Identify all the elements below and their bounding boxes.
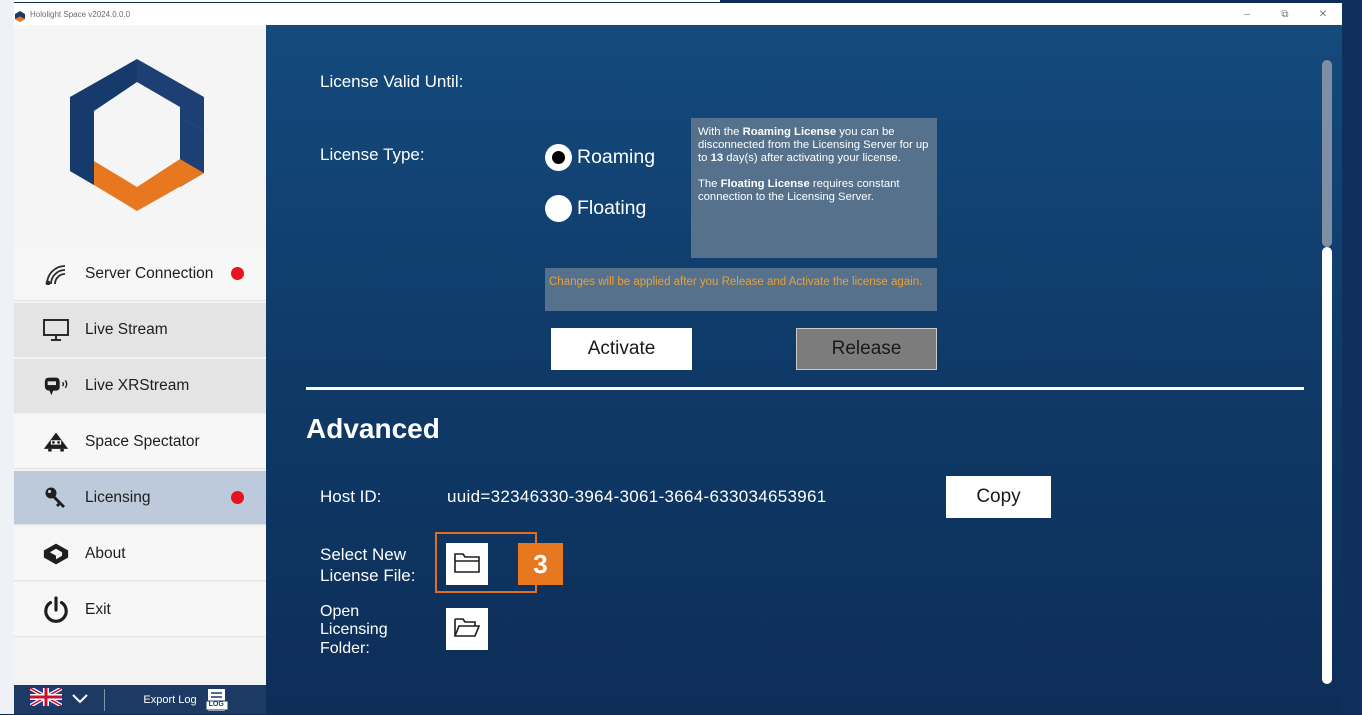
chevron-down-icon <box>72 691 88 709</box>
scrollbar-track[interactable] <box>1322 247 1332 684</box>
sidebar-item-label: Server Connection <box>85 264 214 282</box>
window-title: Hololight Space v2024.0.0.0 <box>30 9 131 19</box>
license-info-tooltip: With the Roaming License you can be disc… <box>691 118 937 258</box>
spectator-icon <box>43 429 69 455</box>
uk-flag-icon <box>29 686 63 711</box>
xr-headset-icon <box>43 373 69 399</box>
maximize-button[interactable]: ⧉ <box>1266 3 1304 25</box>
sidebar-item-server-connection[interactable]: Server Connection <box>14 247 266 301</box>
power-icon <box>43 595 69 623</box>
license-type-label: License Type: <box>320 145 425 164</box>
copy-button[interactable]: Copy <box>946 476 1051 518</box>
main-panel: License Valid Until: License Type: Roami… <box>266 25 1342 714</box>
scrollbar-thumb[interactable] <box>1322 60 1332 247</box>
host-id-value: uuid=32346330-3964-3061-3664-63303465396… <box>447 487 827 506</box>
backdrop-right <box>1342 0 1362 714</box>
monitor-icon <box>43 317 69 343</box>
advanced-title: Advanced <box>306 413 440 444</box>
title-bar: Hololight Space v2024.0.0.0 – ⧉ ✕ <box>14 3 1342 25</box>
key-icon <box>43 485 69 511</box>
wifi-icon <box>43 261 69 287</box>
open-licensing-folder-label: Open Licensing Folder: <box>320 603 388 657</box>
minimize-button[interactable]: – <box>1228 3 1266 25</box>
sidebar-item-label: About <box>85 544 126 562</box>
about-icon <box>43 541 69 567</box>
hololight-logo <box>70 59 204 211</box>
activate-button[interactable]: Activate <box>551 328 692 370</box>
language-selector[interactable] <box>14 685 104 714</box>
select-license-file-label: Select New License File: <box>320 545 416 586</box>
sidebar-item-label: Space Spectator <box>85 432 200 450</box>
step-badge: 3 <box>518 543 563 585</box>
open-licensing-folder-button[interactable] <box>446 608 488 650</box>
sidebar-item-label: Exit <box>85 600 111 618</box>
radio-label: Floating <box>577 197 647 219</box>
logo-area <box>14 25 266 247</box>
sidebar-item-live-stream[interactable]: Live Stream <box>14 303 266 357</box>
license-warning: Changes will be applied after you Releas… <box>545 268 937 311</box>
log-icon-text: LOG <box>208 700 224 708</box>
release-button[interactable]: Release <box>796 328 937 370</box>
status-dot <box>231 491 244 504</box>
export-log-button[interactable]: Export Log LOG <box>106 685 266 714</box>
sidebar-item-label: Licensing <box>85 488 151 506</box>
radio-circle-selected <box>545 144 572 171</box>
sidebar-item-label: Live Stream <box>85 320 168 338</box>
bar-divider <box>104 689 105 711</box>
radio-circle <box>545 195 572 222</box>
status-dot <box>231 267 244 280</box>
sidebar-bottom-bar: Export Log LOG <box>14 685 266 714</box>
open-folder-icon <box>453 615 481 644</box>
radio-roaming[interactable]: Roaming <box>545 144 655 171</box>
app-icon <box>15 9 25 22</box>
radio-label: Roaming <box>577 146 656 168</box>
backdrop-left <box>0 0 14 714</box>
export-log-label: Export Log <box>143 693 197 706</box>
sidebar-item-live-xrstream[interactable]: Live XRStream <box>14 359 266 413</box>
sidebar-item-space-spectator[interactable]: Space Spectator <box>14 415 266 469</box>
close-button[interactable]: ✕ <box>1304 3 1342 25</box>
sidebar-item-exit[interactable]: Exit <box>14 583 266 637</box>
sidebar: Server Connection Live Stream Live XRStr… <box>14 25 266 714</box>
sidebar-item-licensing[interactable]: Licensing <box>14 471 266 525</box>
sidebar-item-label: Live XRStream <box>85 376 190 394</box>
sidebar-item-about[interactable]: About <box>14 527 266 581</box>
backdrop-top <box>14 0 720 2</box>
section-divider <box>306 387 1304 390</box>
license-valid-until-label: License Valid Until: <box>320 72 464 91</box>
host-id-label: Host ID: <box>320 487 382 506</box>
radio-floating[interactable]: Floating <box>545 195 646 222</box>
log-file-icon: LOG <box>205 688 229 712</box>
